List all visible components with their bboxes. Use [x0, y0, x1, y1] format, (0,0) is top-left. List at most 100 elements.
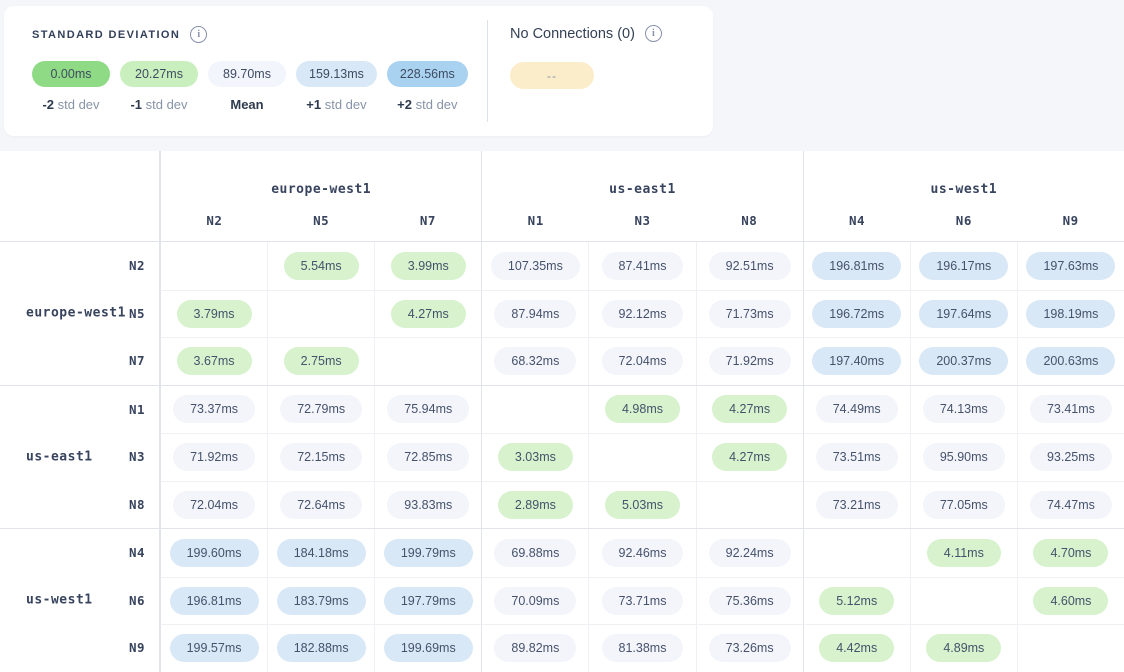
info-icon[interactable]: i	[190, 26, 207, 43]
latency-pill[interactable]: 73.41ms	[1030, 395, 1112, 423]
latency-pill[interactable]: 182.88ms	[277, 634, 366, 662]
row-group: europe-west1N2N5N75.54ms3.99ms107.35ms87…	[0, 241, 1124, 385]
latency-pill[interactable]: 72.79ms	[280, 395, 362, 423]
latency-pill[interactable]: 5.03ms	[605, 491, 680, 519]
latency-pill[interactable]: 196.17ms	[919, 252, 1008, 280]
latency-cell: 196.81ms	[160, 577, 267, 625]
latency-cell: 87.94ms	[481, 290, 588, 338]
legend-item: 0.00ms-2 std dev	[32, 61, 110, 112]
latency-pill[interactable]: 200.63ms	[1026, 347, 1115, 375]
latency-pill[interactable]: 2.75ms	[284, 347, 359, 375]
latency-pill[interactable]: 87.41ms	[602, 252, 684, 280]
latency-pill[interactable]: 197.79ms	[384, 587, 473, 615]
latency-pill[interactable]: 74.49ms	[816, 395, 898, 423]
latency-pill[interactable]: 81.38ms	[602, 634, 684, 662]
latency-pill[interactable]: 2.89ms	[498, 491, 573, 519]
latency-pill[interactable]: 3.03ms	[498, 443, 573, 471]
latency-pill[interactable]: 196.81ms	[812, 252, 901, 280]
latency-pill[interactable]: 183.79ms	[277, 587, 366, 615]
latency-pill[interactable]: 92.24ms	[709, 539, 791, 567]
latency-pill[interactable]: 200.37ms	[919, 347, 1008, 375]
latency-pill[interactable]: 5.12ms	[819, 587, 894, 615]
latency-pill[interactable]: 107.35ms	[491, 252, 580, 280]
latency-pill[interactable]: 184.18ms	[277, 539, 366, 567]
latency-pill[interactable]: 69.88ms	[494, 539, 576, 567]
latency-cell: 196.81ms	[803, 242, 910, 290]
latency-pill[interactable]: 198.19ms	[1026, 300, 1115, 328]
latency-pill[interactable]: 74.13ms	[923, 395, 1005, 423]
latency-pill[interactable]: 199.57ms	[170, 634, 259, 662]
latency-pill[interactable]: 4.89ms	[926, 634, 1001, 662]
latency-cell: 182.88ms	[267, 624, 374, 672]
latency-pill[interactable]: 4.60ms	[1033, 587, 1108, 615]
latency-pill[interactable]: 92.46ms	[602, 539, 684, 567]
latency-pill[interactable]: 197.64ms	[919, 300, 1008, 328]
row-region-label: europe-west1	[26, 306, 126, 321]
latency-cell: 5.12ms	[803, 577, 910, 625]
row-label-cell: us-east1N1N3N8	[0, 386, 160, 529]
latency-pill[interactable]: 197.63ms	[1026, 252, 1115, 280]
latency-pill[interactable]: 70.09ms	[494, 587, 576, 615]
latency-pill[interactable]: 93.83ms	[387, 491, 469, 519]
info-icon[interactable]: i	[645, 25, 662, 42]
latency-pill[interactable]: 92.12ms	[602, 300, 684, 328]
latency-pill[interactable]: 4.27ms	[712, 395, 787, 423]
row-node-label: N8	[0, 481, 159, 529]
latency-pill[interactable]: 4.27ms	[712, 443, 787, 471]
latency-pill[interactable]: 89.82ms	[494, 634, 576, 662]
latency-pill[interactable]: 71.92ms	[173, 443, 255, 471]
col-node-labels: N4N6N9	[804, 213, 1124, 228]
latency-pill[interactable]: 3.79ms	[177, 300, 252, 328]
latency-cell: 198.19ms	[1017, 290, 1124, 338]
latency-pill[interactable]: 72.04ms	[173, 491, 255, 519]
latency-pill[interactable]: 77.05ms	[923, 491, 1005, 519]
latency-cell: 72.85ms	[374, 433, 481, 481]
latency-pill[interactable]: 73.71ms	[602, 587, 684, 615]
latency-pill[interactable]: 199.60ms	[170, 539, 259, 567]
latency-pill[interactable]: 4.70ms	[1033, 539, 1108, 567]
latency-pill[interactable]: 73.37ms	[173, 395, 255, 423]
legend-item-label: +1 std dev	[306, 97, 366, 112]
latency-pill[interactable]: 197.40ms	[812, 347, 901, 375]
latency-pill[interactable]: 92.51ms	[709, 252, 791, 280]
latency-pill[interactable]: 74.47ms	[1030, 491, 1112, 519]
latency-pill[interactable]: 87.94ms	[494, 300, 576, 328]
latency-pill[interactable]: 3.67ms	[177, 347, 252, 375]
latency-cell: 72.79ms	[267, 386, 374, 434]
latency-cell: 2.89ms	[481, 481, 588, 529]
latency-cell: 92.12ms	[588, 290, 695, 338]
latency-pill[interactable]: 71.92ms	[709, 347, 791, 375]
latency-pill[interactable]: 196.81ms	[170, 587, 259, 615]
latency-pill[interactable]: 95.90ms	[923, 443, 1005, 471]
latency-pill[interactable]: 68.32ms	[494, 347, 576, 375]
legend-item-label: -1 std dev	[130, 97, 187, 112]
latency-pill[interactable]: 196.72ms	[812, 300, 901, 328]
latency-pill[interactable]: 4.27ms	[391, 300, 466, 328]
latency-pill[interactable]: 4.11ms	[927, 539, 1001, 567]
latency-pill[interactable]: 199.69ms	[384, 634, 473, 662]
latency-cell: 73.51ms	[803, 433, 910, 481]
latency-cell: 4.27ms	[374, 290, 481, 338]
latency-pill[interactable]: 73.26ms	[709, 634, 791, 662]
latency-pill[interactable]: 71.73ms	[709, 300, 791, 328]
latency-pill[interactable]: 73.21ms	[816, 491, 898, 519]
row-node-label: N1	[0, 386, 159, 434]
latency-pill[interactable]: 75.36ms	[709, 587, 791, 615]
latency-pill[interactable]: 72.85ms	[387, 443, 469, 471]
legend-item-label: -2 std dev	[42, 97, 99, 112]
latency-cell: 72.15ms	[267, 433, 374, 481]
latency-pill[interactable]: 4.98ms	[605, 395, 680, 423]
latency-pill[interactable]: 3.99ms	[391, 252, 466, 280]
latency-pill[interactable]: 72.15ms	[280, 443, 362, 471]
latency-pill[interactable]: 72.04ms	[602, 347, 684, 375]
latency-cell: 197.79ms	[374, 577, 481, 625]
latency-pill[interactable]: 93.25ms	[1030, 443, 1112, 471]
latency-pill[interactable]: 199.79ms	[384, 539, 473, 567]
row-node-label: N7	[0, 337, 159, 385]
latency-pill[interactable]: 75.94ms	[387, 395, 469, 423]
latency-pill[interactable]: 4.42ms	[819, 634, 894, 662]
std-dev-legend: STANDARD DEVIATION i 0.00ms-2 std dev20.…	[32, 26, 468, 112]
latency-pill[interactable]: 5.54ms	[284, 252, 359, 280]
latency-pill[interactable]: 72.64ms	[280, 491, 362, 519]
latency-pill[interactable]: 73.51ms	[816, 443, 898, 471]
